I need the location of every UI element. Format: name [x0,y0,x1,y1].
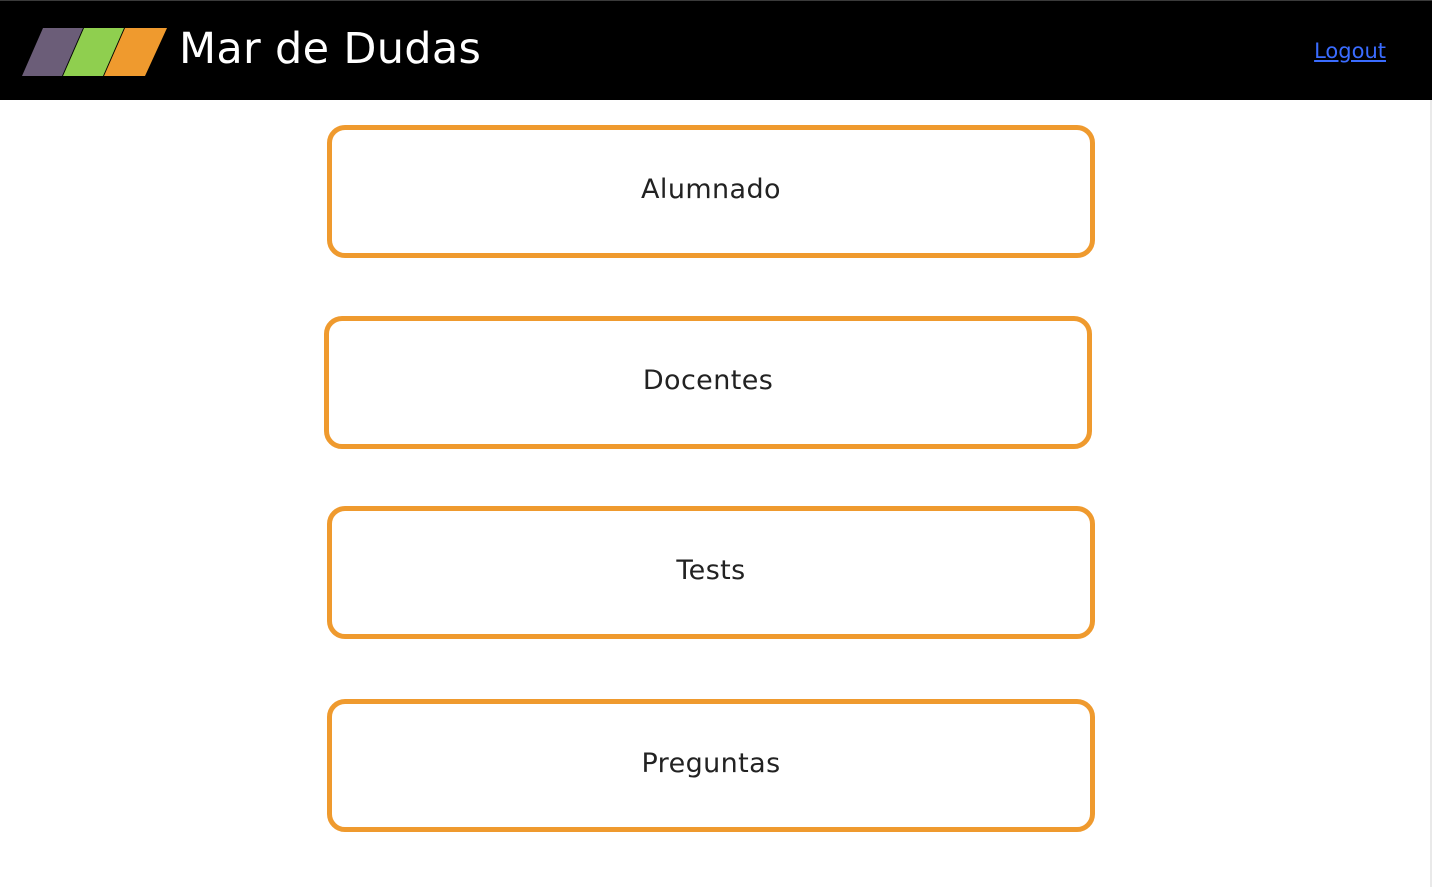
menu-button-label: Alumnado [641,173,781,205]
app-logo [22,28,167,76]
menu-button-label: Tests [676,554,746,586]
top-header: Mar de Dudas Logout [0,0,1432,100]
menu-button-tests[interactable]: Tests [327,506,1095,639]
menu-button-label: Docentes [642,364,774,396]
app-title: Mar de Dudas [179,24,482,74]
menu-button-preguntas[interactable]: Preguntas [327,699,1095,832]
menu-button-alumnado[interactable]: Alumnado [327,125,1095,258]
menu-button-docentes[interactable]: Docentes [324,316,1092,449]
menu-button-label: Preguntas [641,747,781,779]
logout-link[interactable]: Logout [1314,37,1386,65]
